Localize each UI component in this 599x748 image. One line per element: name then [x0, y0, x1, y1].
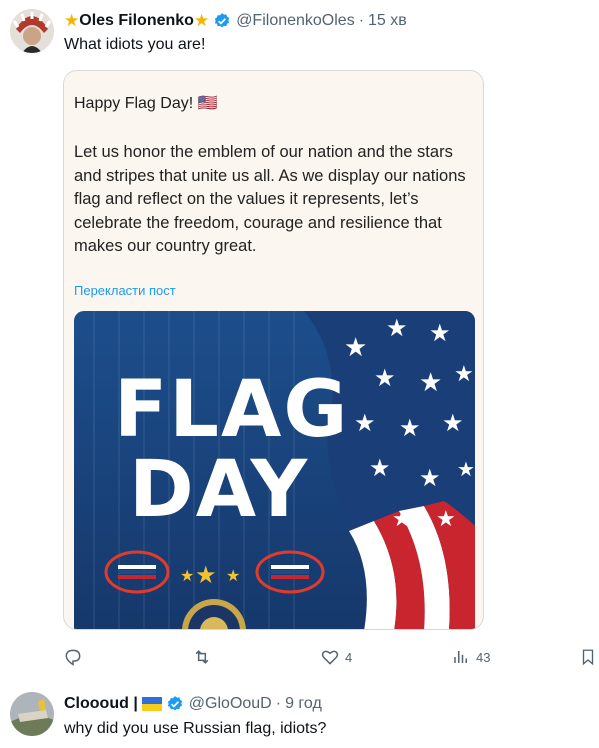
star-icon: ★ [193, 11, 210, 30]
tweet: ★ Oles Filonenko ★ @FilonenkoOles · 15 х… [0, 0, 599, 680]
reply-author-avatar[interactable] [10, 692, 54, 736]
svg-text:★: ★ [226, 566, 240, 585]
ukraine-flag-icon [141, 697, 162, 711]
analytics-icon [452, 647, 470, 667]
svg-text:★: ★ [369, 454, 391, 482]
tweet-header: ★ Oles Filonenko ★ @FilonenkoOles · 15 х… [64, 10, 407, 32]
separator-dot: · [275, 695, 282, 712]
quoted-post-card[interactable]: Happy Flag Day! 🇺🇸 Let us honor the embl… [63, 70, 484, 630]
separator-dot: · [358, 12, 365, 29]
heart-icon [320, 647, 340, 667]
tweet-text: What idiots you are! [64, 36, 206, 53]
view-count: 43 [476, 649, 491, 665]
timestamp[interactable]: 15 хв [368, 12, 407, 30]
repost-button[interactable] [192, 647, 212, 667]
repost-icon [192, 647, 212, 667]
svg-text:★: ★ [344, 333, 367, 363]
verified-badge-icon [213, 12, 231, 30]
reply-header: Cloooud | @GloOouD · 9 год [64, 695, 322, 713]
like-button[interactable]: 4 [320, 647, 352, 667]
reply-icon [63, 647, 83, 667]
reply-button[interactable] [63, 647, 83, 667]
bookmark-button[interactable] [579, 647, 597, 667]
svg-text:★: ★ [374, 364, 396, 392]
author-avatar[interactable] [10, 9, 54, 53]
svg-text:★: ★ [386, 314, 408, 342]
views-button[interactable]: 43 [452, 647, 490, 667]
tweet-actions: 4 43 [0, 647, 599, 669]
svg-text:★: ★ [457, 457, 475, 481]
svg-text:★: ★ [419, 464, 441, 492]
reply-author-handle[interactable]: @GloOouD [189, 695, 272, 713]
quoted-post-heading: Happy Flag Day! 🇺🇸 [74, 95, 218, 112]
svg-text:★: ★ [195, 561, 217, 589]
star-icon: ★ [64, 11, 80, 30]
svg-text:★: ★ [442, 409, 464, 437]
svg-text:★: ★ [180, 566, 194, 585]
svg-text:★: ★ [392, 507, 412, 532]
author-name[interactable]: Oles Filonenko [79, 12, 194, 30]
svg-text:★: ★ [419, 368, 442, 398]
translate-link[interactable]: Перекласти пост [74, 283, 176, 298]
reply-author-name[interactable]: Cloooud | [64, 695, 138, 713]
verified-badge-icon [166, 695, 184, 713]
reply-text: why did you use Russian flag, idiots? [64, 720, 327, 737]
reply-timestamp[interactable]: 9 год [285, 695, 322, 713]
svg-text:★: ★ [399, 414, 421, 442]
bookmark-icon [579, 647, 597, 667]
like-count: 4 [345, 649, 353, 665]
quoted-post-body: Let us honor the emblem of our nation an… [74, 143, 466, 255]
svg-text:★: ★ [354, 409, 376, 437]
svg-text:★: ★ [429, 319, 451, 347]
svg-text:★: ★ [454, 362, 474, 387]
flag-day-image[interactable]: ★ ★ ★ ★ ★ ★ ★ ★ ★ ★ ★ ★ ★ ★ FLAG DAY ★ ★… [74, 311, 475, 629]
image-title-line1: FLAG [114, 365, 349, 455]
image-title-line2: DAY [129, 445, 309, 535]
author-handle[interactable]: @FilonenkoOles [236, 12, 355, 30]
svg-text:★: ★ [436, 507, 456, 532]
